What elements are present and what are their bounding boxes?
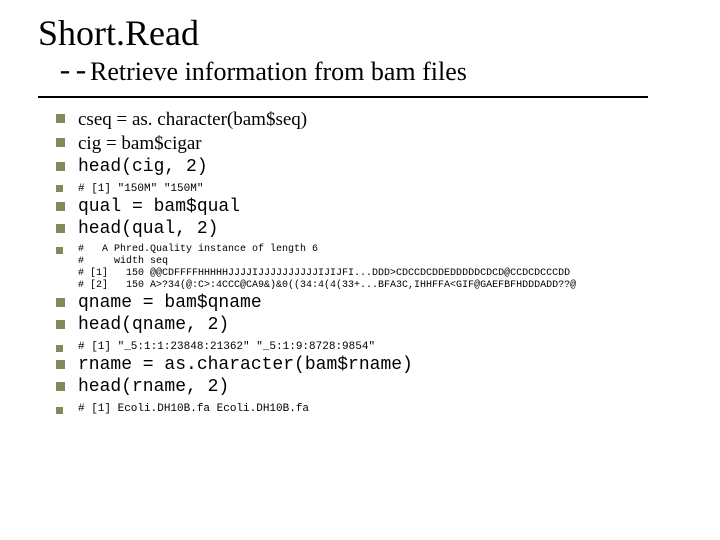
output-line: # [1] "150M" "150M" [52, 182, 684, 196]
code-line: qual = bam$qual [52, 196, 684, 218]
subtitle-text: Retrieve information from bam files [90, 57, 467, 87]
title-underline [38, 96, 648, 98]
output-line: # [1] "_5:1:1:23848:21362" "_5:1:9:8728:… [52, 340, 684, 354]
code-line: cig = bam$cigar [52, 132, 684, 156]
code-line: head(qual, 2) [52, 218, 684, 240]
page-title: Short.Read [38, 12, 684, 54]
block-qname: qname = bam$qname head(qname, 2) # [1] "… [52, 292, 684, 354]
code-line: qname = bam$qname [52, 292, 684, 314]
block-cseq: cseq = as. character(bam$seq) cig = bam$… [52, 108, 684, 196]
output-line: # A Phred.Quality instance of length 6 #… [52, 244, 684, 292]
output-line: # [1] Ecoli.DH10B.fa Ecoli.DH10B.fa [52, 402, 684, 416]
subtitle-dashes: -- [56, 56, 88, 90]
code-line: head(rname, 2) [52, 376, 684, 398]
slide: Short.Read -- Retrieve information from … [0, 0, 720, 540]
code-line: head(cig, 2) [52, 156, 684, 178]
code-line: head(qname, 2) [52, 314, 684, 336]
code-line: rname = as.character(bam$rname) [52, 354, 684, 376]
code-line: cseq = as. character(bam$seq) [52, 108, 684, 132]
subtitle-row: -- Retrieve information from bam files [56, 56, 684, 90]
block-rname: rname = as.character(bam$rname) head(rna… [52, 354, 684, 416]
block-qual: qual = bam$qual head(qual, 2) # A Phred.… [52, 196, 684, 292]
